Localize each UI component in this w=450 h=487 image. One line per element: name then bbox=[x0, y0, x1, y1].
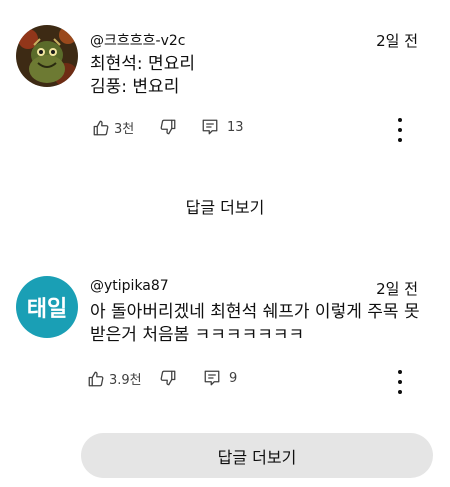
comment-line: 아 돌아버리겠네 최현석 쉐프가 이렇게 주목 못받은거 처음봄 ㅋㅋㅋㅋㅋㅋㅋ bbox=[90, 302, 420, 345]
view-replies-link[interactable]: 답글 더보기 bbox=[0, 194, 450, 218]
like-button[interactable]: 3천 bbox=[92, 118, 134, 137]
thumbs-down-icon bbox=[160, 119, 176, 135]
comment-icon bbox=[204, 370, 220, 386]
more-options-icon[interactable] bbox=[394, 118, 406, 142]
reply-count: 9 bbox=[229, 370, 238, 386]
dislike-button[interactable] bbox=[159, 369, 177, 387]
comment-actions: 3천 13 bbox=[90, 118, 390, 142]
reply-button[interactable]: 9 bbox=[203, 369, 237, 387]
comment-line: 최현석: 면요리 bbox=[90, 54, 195, 74]
view-replies-button-label: 답글 더보기 bbox=[217, 447, 297, 467]
avatar[interactable]: 태일 bbox=[16, 276, 78, 338]
comment-author[interactable]: @크흐흐흐-v2c bbox=[90, 30, 185, 50]
comment-author[interactable]: @ytipika87 bbox=[90, 278, 169, 294]
thumbs-down-icon bbox=[160, 370, 176, 386]
like-count: 3천 bbox=[114, 122, 135, 137]
reply-button[interactable]: 13 bbox=[201, 118, 244, 136]
reply-count: 13 bbox=[227, 119, 244, 135]
view-replies-button[interactable]: 답글 더보기 bbox=[81, 433, 433, 478]
comment-timestamp: 2일 전 bbox=[376, 280, 418, 298]
comment-actions: 3.9천 9 bbox=[87, 369, 390, 393]
avatar[interactable] bbox=[16, 25, 78, 87]
comment-line: 김풍: 변요리 bbox=[90, 77, 180, 97]
thumbs-up-icon bbox=[88, 371, 104, 386]
dislike-button[interactable] bbox=[159, 118, 177, 136]
avatar-text: 태일 bbox=[26, 297, 68, 322]
comment-timestamp: 2일 전 bbox=[376, 32, 418, 50]
more-options-icon[interactable] bbox=[394, 370, 406, 394]
comment-text: 최현석: 면요리 김풍: 변요리 bbox=[90, 53, 430, 99]
dark-character-avatar-icon bbox=[16, 25, 78, 87]
like-count: 3.9천 bbox=[109, 373, 142, 388]
thumbs-up-icon bbox=[93, 120, 109, 135]
comment-text: 아 돌아버리겠네 최현석 쉐프가 이렇게 주목 못받은거 처음봄 ㅋㅋㅋㅋㅋㅋㅋ bbox=[90, 301, 430, 347]
comment-icon bbox=[202, 119, 218, 135]
like-button[interactable]: 3.9천 bbox=[87, 369, 142, 388]
